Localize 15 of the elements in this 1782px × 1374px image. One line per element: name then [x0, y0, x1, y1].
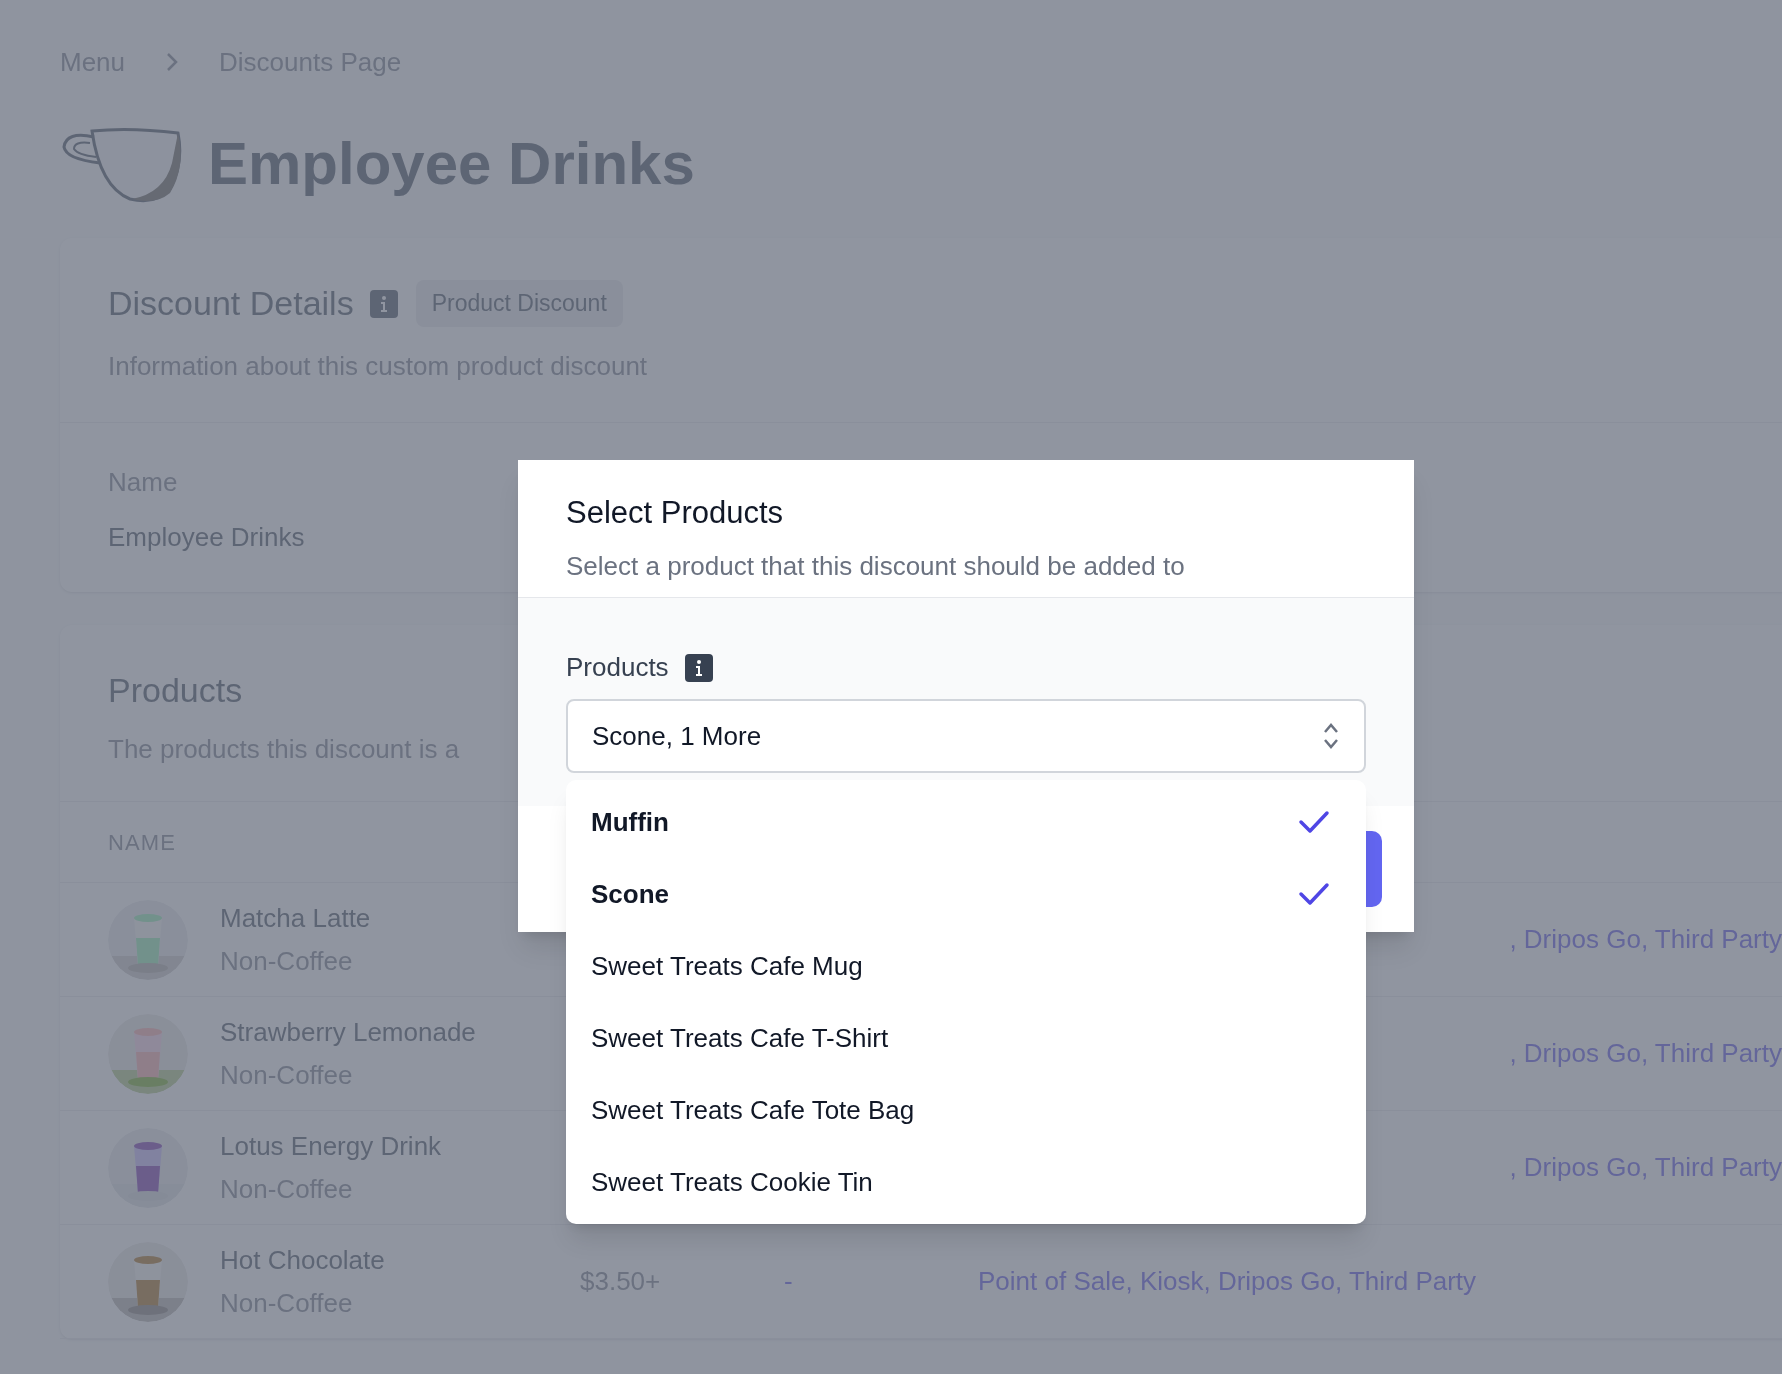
option-item[interactable]: Scone: [566, 858, 1366, 930]
check-icon: [1298, 881, 1330, 907]
option-item[interactable]: Muffin: [566, 786, 1366, 858]
products-select[interactable]: Scone, 1 More: [566, 699, 1366, 773]
modal-subtitle: Select a product that this discount should be added to: [566, 549, 1186, 583]
option-item[interactable]: Sweet Treats Cafe Tote Bag: [566, 1074, 1366, 1146]
option-item[interactable]: Sweet Treats Cafe Mug: [566, 930, 1366, 1002]
discount-cell-text: -: [784, 1265, 794, 1298]
option-item[interactable]: Sweet Treats Cafe T-Shirt: [566, 1002, 1366, 1074]
check-icon: [1298, 809, 1330, 835]
info-icon: [684, 653, 713, 682]
modal-title: Select Products: [566, 494, 785, 532]
field-label: Products: [566, 651, 669, 684]
chevron-up-down-icon: [1322, 721, 1340, 751]
option-item[interactable]: Sweet Treats Cookie Tin: [566, 1146, 1366, 1218]
